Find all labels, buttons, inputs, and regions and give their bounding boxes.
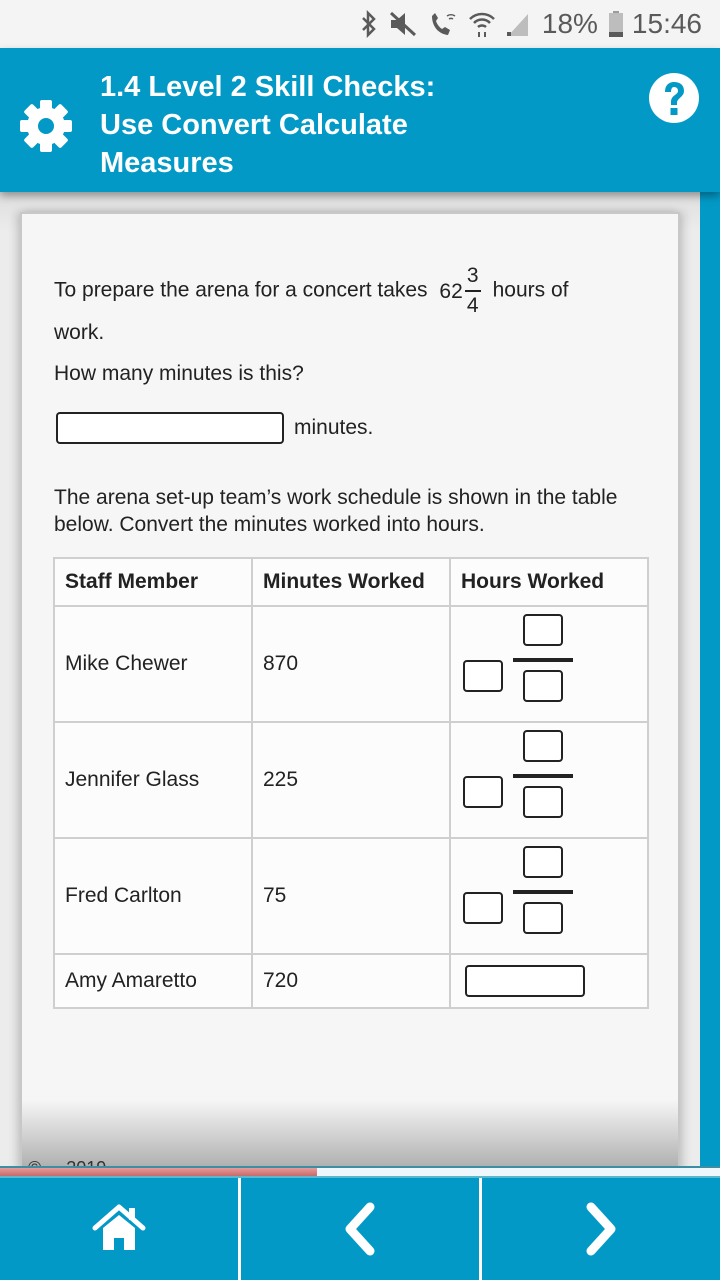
wifi-calling-icon [428, 10, 458, 38]
page-title: 1.4 Level 2 Skill Checks: Use Convert Ca… [100, 71, 436, 179]
signal-icon [506, 10, 530, 38]
progress-fill [0, 1168, 317, 1176]
staff-name: Fred Carlton [53, 837, 253, 955]
numerator-input[interactable] [523, 614, 563, 646]
denominator-input[interactable] [523, 786, 563, 818]
battery-icon [608, 10, 624, 38]
battery-percent: 18% [541, 8, 598, 39]
table-intro: The arena set-up team’s work schedule is… [54, 486, 618, 536]
table-row: Fred Carlton 75 [53, 837, 649, 955]
fraction-bar [513, 658, 573, 662]
mute-icon [388, 10, 418, 38]
numerator: 3 [466, 264, 479, 287]
mixed-fraction-input [461, 846, 601, 946]
question-card: To prepare the arena for a concert takes… [20, 212, 680, 1172]
home-icon [92, 1204, 146, 1250]
header-minutes-worked: Minutes Worked [251, 557, 451, 607]
minutes-worked: 720 [251, 953, 451, 1009]
denominator: 4 [466, 294, 479, 317]
side-strip [700, 192, 720, 1168]
hours-worked-cell [449, 837, 649, 955]
schedule-table: Staff Member Minutes Worked Hours Worked… [53, 557, 649, 1009]
intro-text: To prepare the arena for a concert takes [54, 278, 428, 302]
header-staff-member: Staff Member [53, 557, 253, 607]
header-hours-worked: Hours Worked [449, 557, 649, 607]
intro-text-after: hours of [492, 278, 569, 302]
fraction-bar [513, 890, 573, 894]
question-intro: To prepare the arena for a concert takes… [54, 264, 654, 318]
settings-button[interactable] [18, 98, 74, 154]
chevron-left-icon [345, 1202, 375, 1256]
minutes-answer-row: minutes. [56, 412, 373, 444]
progress-bar [0, 1166, 720, 1178]
copyright: © ... 2019 [28, 1158, 106, 1166]
mixed-fraction-input [461, 614, 601, 714]
mixed-number: 62 3 4 [433, 264, 486, 318]
fraction-bar [464, 290, 481, 292]
staff-name: Mike Chewer [53, 605, 253, 723]
previous-button[interactable] [238, 1178, 479, 1280]
denominator-input[interactable] [523, 670, 563, 702]
hours-input[interactable] [465, 965, 585, 997]
minutes-label: minutes. [294, 416, 374, 439]
staff-name: Amy Amaretto [53, 953, 253, 1009]
table-row: Jennifer Glass 225 [53, 721, 649, 839]
whole-input[interactable] [463, 892, 503, 924]
denominator-input[interactable] [523, 902, 563, 934]
question-prompt: How many minutes is this? [54, 362, 304, 385]
staff-name: Jennifer Glass [53, 721, 253, 839]
wifi-icon [468, 10, 496, 38]
whole-number: 62 [439, 279, 463, 303]
mixed-fraction-input [461, 730, 601, 830]
app-header: 1.4 Level 2 Skill Checks: Use Convert Ca… [0, 48, 720, 192]
hours-worked-cell [449, 605, 649, 723]
next-button[interactable] [479, 1178, 720, 1280]
clock: 15:46 [631, 8, 702, 39]
table-row: Mike Chewer 870 [53, 605, 649, 723]
numerator-input[interactable] [523, 846, 563, 878]
help-icon [649, 73, 699, 123]
hours-worked-cell [449, 721, 649, 839]
minutes-worked: 870 [251, 605, 451, 723]
help-button[interactable] [648, 72, 700, 124]
bluetooth-icon [360, 10, 378, 38]
table-header-row: Staff Member Minutes Worked Hours Worked [53, 557, 649, 607]
minutes-worked: 225 [251, 721, 451, 839]
intro-end: work. [54, 321, 105, 344]
table-row: Amy Amaretto 720 [53, 953, 649, 1009]
bottom-nav [0, 1178, 720, 1280]
home-button[interactable] [0, 1178, 238, 1280]
gear-icon [20, 100, 72, 152]
fraction-bar [513, 774, 573, 778]
scroll-fade [22, 1100, 678, 1170]
minutes-worked: 75 [251, 837, 451, 955]
whole-input[interactable] [463, 776, 503, 808]
fraction: 3 4 [464, 264, 481, 318]
whole-input[interactable] [463, 660, 503, 692]
status-bar: 18% 15:46 [0, 0, 720, 48]
numerator-input[interactable] [523, 730, 563, 762]
minutes-input[interactable] [56, 412, 284, 444]
chevron-right-icon [586, 1202, 616, 1256]
hours-worked-cell [449, 953, 649, 1009]
